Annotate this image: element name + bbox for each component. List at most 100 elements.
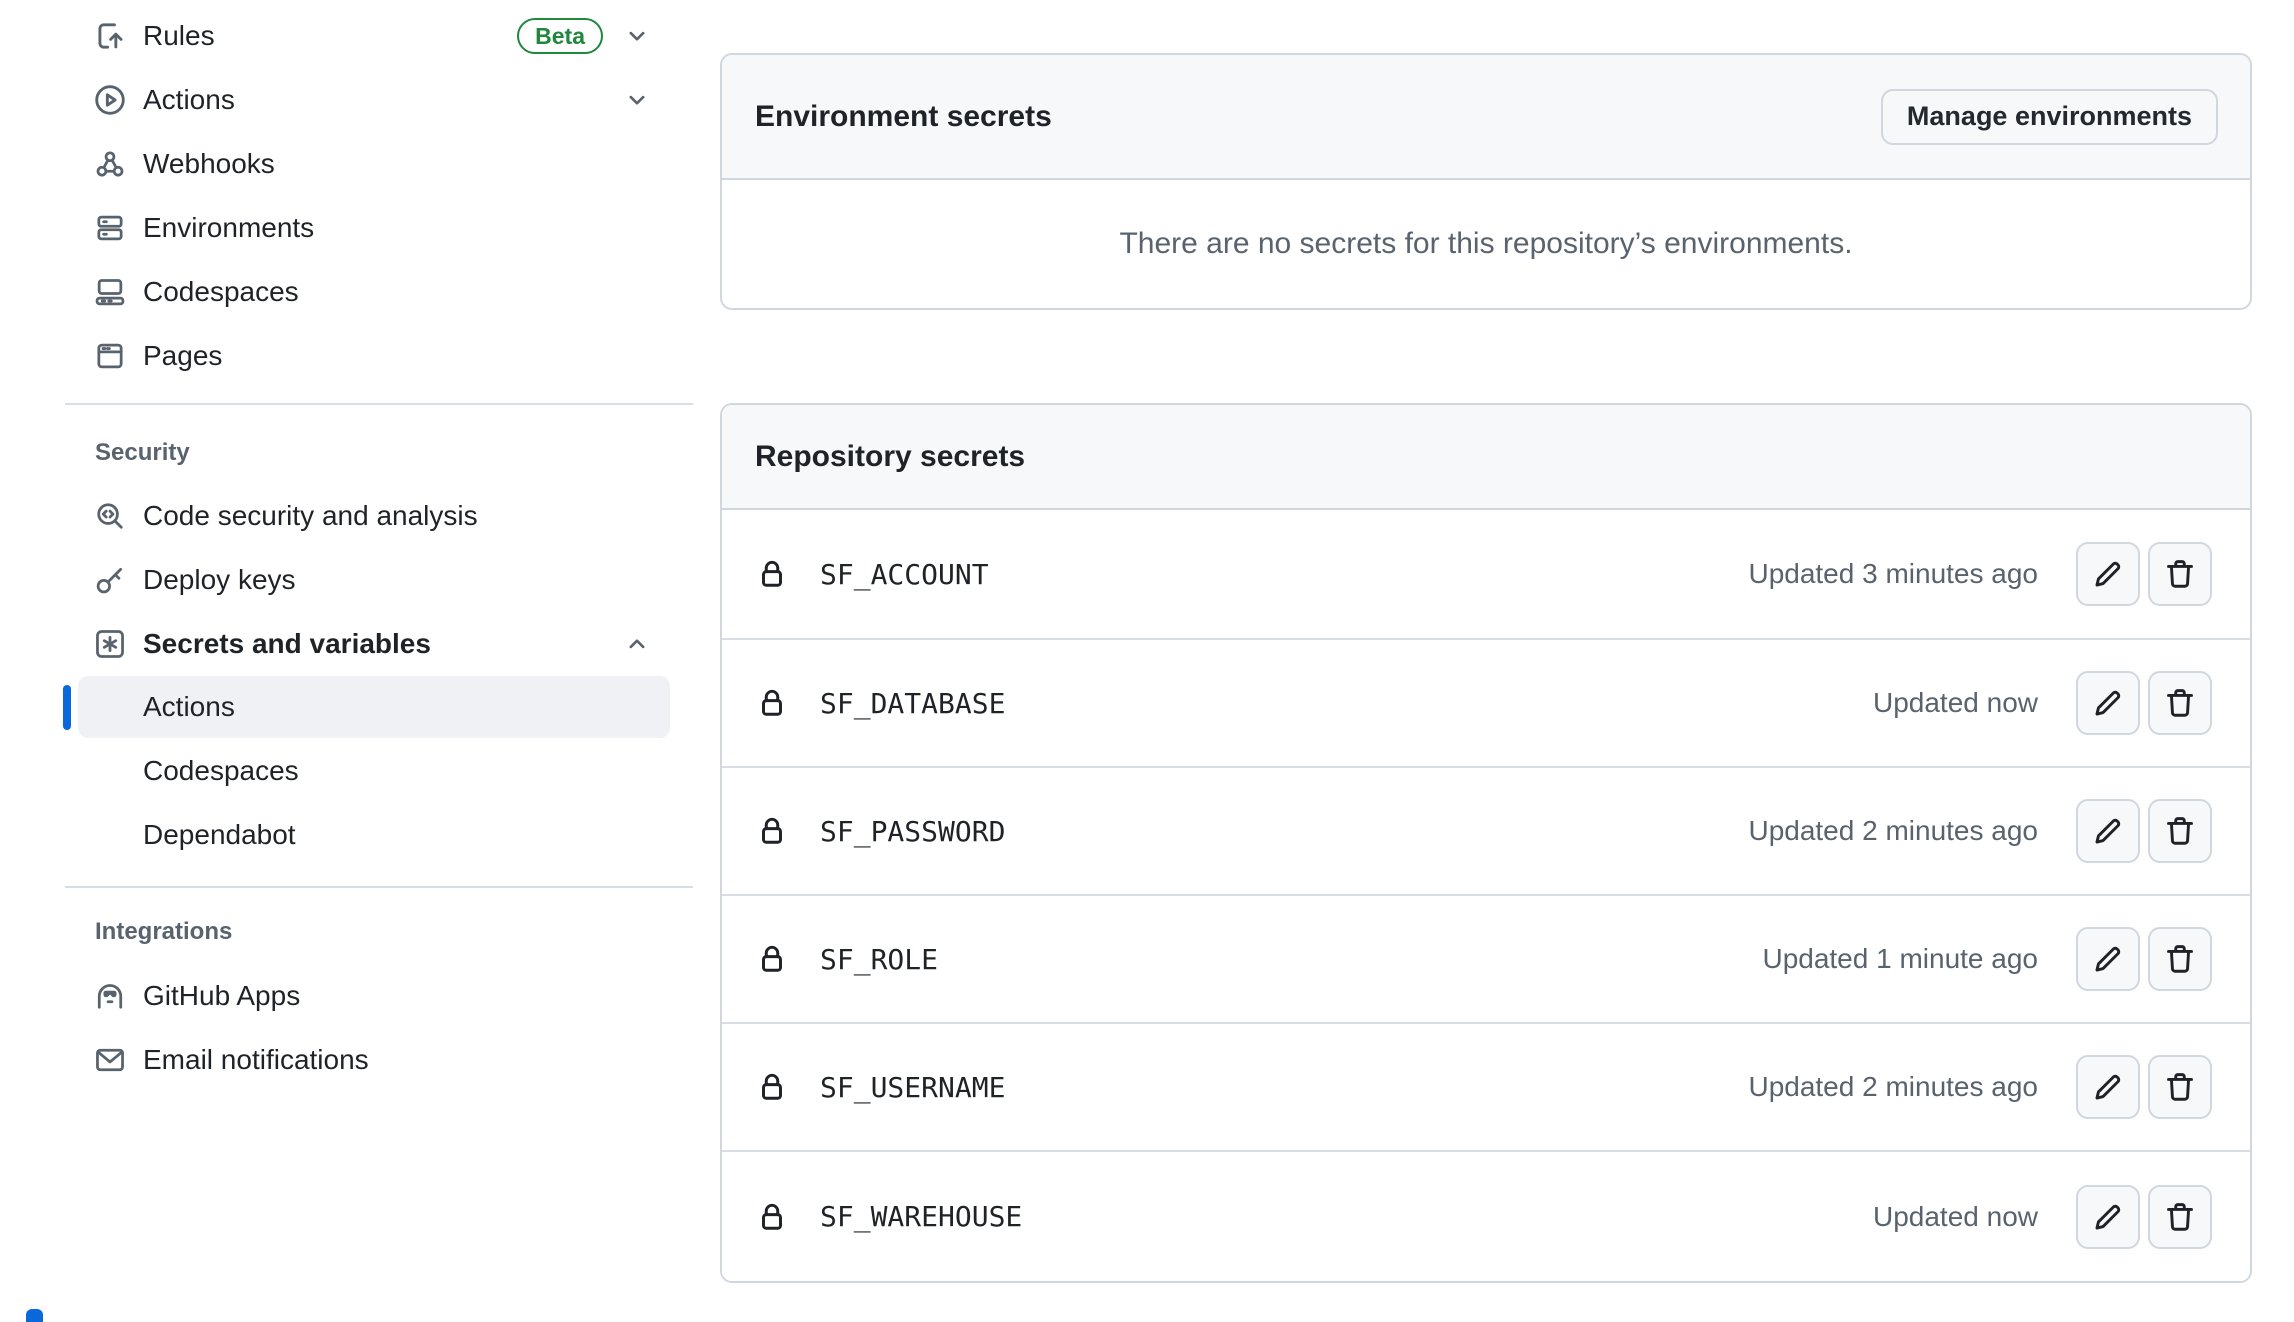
delete-secret-button[interactable] (2148, 1055, 2212, 1119)
sidebar-item-codespaces[interactable]: Codespaces (63, 260, 695, 324)
chevron-down-icon (624, 87, 650, 113)
sidebar-item-label: GitHub Apps (143, 982, 300, 1010)
delete-secret-button[interactable] (2148, 1185, 2212, 1249)
pencil-icon (2090, 556, 2126, 592)
codespaces-icon (93, 275, 127, 309)
repository-secrets-title: Repository secrets (755, 440, 1025, 474)
sidebar-subitem-actions[interactable]: Actions (78, 676, 670, 738)
environment-secrets-box: Environment secrets Manage environments … (720, 53, 2252, 310)
sidebar-item-label: Code security and analysis (143, 502, 478, 530)
key-asterisk-icon (93, 627, 127, 661)
sidebar-item-environments[interactable]: Environments (63, 196, 695, 260)
sidebar-item-code-security[interactable]: Code security and analysis (63, 484, 695, 548)
sidebar-item-deploy-keys[interactable]: Deploy keys (63, 548, 695, 612)
hubot-icon (93, 979, 127, 1013)
edit-secret-button[interactable] (2076, 927, 2140, 991)
server-icon (93, 211, 127, 245)
environment-secrets-header: Environment secrets Manage environments (722, 55, 2250, 180)
lock-icon (755, 1200, 789, 1234)
trash-icon (2162, 556, 2198, 592)
lock-icon (755, 686, 789, 720)
sidebar-item-label: Pages (143, 342, 222, 370)
lock-icon (755, 1070, 789, 1104)
sidebar-subitem-dependabot[interactable]: Dependabot (78, 804, 670, 866)
secret-row: SF_USERNAME Updated 2 minutes ago (722, 1022, 2250, 1150)
sidebar-subitem-codespaces[interactable]: Codespaces (78, 740, 670, 802)
lock-icon (755, 814, 789, 848)
secret-row: SF_PASSWORD Updated 2 minutes ago (722, 766, 2250, 894)
delete-secret-button[interactable] (2148, 542, 2212, 606)
sidebar-item-label: Codespaces (143, 278, 299, 306)
secret-row: SF_ACCOUNT Updated 3 minutes ago (722, 510, 2250, 638)
secret-row: SF_DATABASE Updated now (722, 638, 2250, 766)
empty-state-message: There are no secrets for this repository… (1119, 227, 1852, 261)
trash-icon (2162, 941, 2198, 977)
chevron-up-icon (624, 631, 650, 657)
sidebar-item-webhooks[interactable]: Webhooks (63, 132, 695, 196)
secret-name: SF_WAREHOUSE (820, 1200, 1022, 1233)
edit-secret-button[interactable] (2076, 1055, 2140, 1119)
webhook-icon (93, 147, 127, 181)
sidebar-item-label: Rules (143, 22, 215, 50)
pencil-icon (2090, 813, 2126, 849)
sidebar-item-label: Secrets and variables (143, 630, 431, 658)
environment-secrets-title: Environment secrets (755, 100, 1052, 134)
secret-updated-label: Updated 1 minute ago (1762, 943, 2038, 975)
repository-secrets-header: Repository secrets (722, 405, 2250, 510)
play-icon (93, 83, 127, 117)
sidebar-item-label: Environments (143, 214, 314, 242)
trash-icon (2162, 813, 2198, 849)
sidebar-section-security: Security (63, 439, 695, 467)
secret-updated-label: Updated 2 minutes ago (1748, 1071, 2038, 1103)
rules-icon (93, 19, 127, 53)
trash-icon (2162, 1069, 2198, 1105)
secret-updated-label: Updated now (1873, 687, 2038, 719)
delete-secret-button[interactable] (2148, 671, 2212, 735)
sidebar-item-label: Webhooks (143, 150, 275, 178)
sidebar-item-rules[interactable]: Rules Beta (63, 4, 695, 68)
edit-secret-button[interactable] (2076, 1185, 2140, 1249)
secret-row: SF_ROLE Updated 1 minute ago (722, 894, 2250, 1022)
github-repo-settings-secrets-page: Rules Beta Actions (0, 0, 2294, 1322)
secret-updated-label: Updated now (1873, 1201, 2038, 1233)
pencil-icon (2090, 1069, 2126, 1105)
delete-secret-button[interactable] (2148, 799, 2212, 863)
pencil-icon (2090, 941, 2126, 977)
sidebar-divider (65, 886, 693, 888)
sidebar-item-actions[interactable]: Actions (63, 68, 695, 132)
secret-row: SF_WAREHOUSE Updated now (722, 1150, 2250, 1281)
beta-badge: Beta (517, 18, 603, 54)
secret-name: SF_ROLE (820, 943, 938, 976)
sidebar-item-label: Actions (143, 86, 235, 114)
secret-updated-label: Updated 2 minutes ago (1748, 815, 2038, 847)
manage-environments-button[interactable]: Manage environments (1881, 89, 2218, 145)
sidebar-item-github-apps[interactable]: GitHub Apps (63, 964, 695, 1028)
codescan-icon (93, 499, 127, 533)
sidebar-item-secrets-and-variables[interactable]: Secrets and variables (63, 612, 695, 676)
secret-updated-label: Updated 3 minutes ago (1748, 558, 2038, 590)
sidebar-section-integrations: Integrations (63, 918, 695, 946)
partial-scrolled-element (26, 1309, 43, 1322)
sidebar-item-pages[interactable]: Pages (63, 324, 695, 388)
settings-sidebar: Rules Beta Actions (63, 0, 695, 1092)
secret-name: SF_DATABASE (820, 687, 1005, 720)
mail-icon (93, 1043, 127, 1077)
edit-secret-button[interactable] (2076, 542, 2140, 606)
browser-icon (93, 339, 127, 373)
lock-icon (755, 557, 789, 591)
edit-secret-button[interactable] (2076, 671, 2140, 735)
edit-secret-button[interactable] (2076, 799, 2140, 863)
sidebar-divider (65, 403, 693, 405)
sidebar-item-label: Deploy keys (143, 566, 296, 594)
sidebar-item-email-notifications[interactable]: Email notifications (63, 1028, 695, 1092)
key-icon (93, 563, 127, 597)
secret-name: SF_USERNAME (820, 1071, 1005, 1104)
secret-name: SF_ACCOUNT (820, 558, 989, 591)
pencil-icon (2090, 1199, 2126, 1235)
trash-icon (2162, 1199, 2198, 1235)
lock-icon (755, 942, 789, 976)
environment-secrets-empty-state: There are no secrets for this repository… (722, 180, 2250, 308)
chevron-down-icon (624, 23, 650, 49)
sidebar-item-label: Email notifications (143, 1046, 369, 1074)
delete-secret-button[interactable] (2148, 927, 2212, 991)
